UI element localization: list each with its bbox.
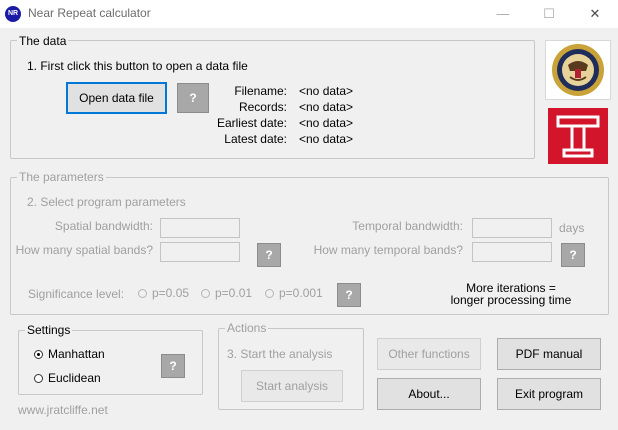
minimize-button[interactable]: — [480, 0, 526, 28]
pdf-manual-button[interactable]: PDF manual [497, 338, 601, 370]
doj-seal-icon [552, 44, 604, 96]
latest-date-label: Latest date: [224, 132, 287, 146]
start-analysis-button[interactable]: Start analysis [241, 370, 343, 402]
window-title: Near Repeat calculator [28, 6, 151, 20]
significance-option-label: p=0.01 [215, 286, 253, 300]
significance-option-label: p=0.05 [152, 286, 190, 300]
temple-logo [548, 108, 608, 164]
data-group-legend: The data [17, 34, 69, 48]
settings-group-legend: Settings [25, 323, 73, 337]
about-button[interactable]: About... [377, 378, 481, 410]
temporal-bandwidth-label: Temporal bandwidth: [352, 219, 463, 233]
latest-date-value: <no data> [299, 132, 354, 146]
actions-instruction: 3. Start the analysis [227, 347, 333, 361]
earliest-date-label: Earliest date: [216, 116, 287, 130]
radio-icon [265, 288, 274, 298]
exit-program-button[interactable]: Exit program [497, 378, 601, 410]
records-label: Records: [238, 100, 287, 114]
significance-help-button[interactable]: ? [337, 283, 361, 307]
significance-label: Significance level: [28, 287, 125, 301]
radio-icon [201, 288, 210, 298]
actions-group-legend: Actions [225, 321, 269, 335]
euclidean-label: Euclidean [48, 371, 101, 385]
iterations-note-line2: longer processing time [450, 293, 572, 307]
title-bar[interactable]: NR Near Repeat calculator — ☐ ✕ [0, 0, 618, 28]
open-data-file-button[interactable]: Open data file [66, 82, 167, 114]
temporal-help-button[interactable]: ? [561, 243, 585, 267]
temple-t-icon [556, 115, 600, 158]
spatial-bands-label: How many spatial bands? [15, 243, 153, 257]
parameters-group-legend: The parameters [17, 170, 106, 184]
radio-selected-icon [34, 349, 43, 359]
spatial-bandwidth-input[interactable] [160, 218, 240, 238]
other-functions-button[interactable]: Other functions [377, 338, 481, 370]
parameters-instruction: 2. Select program parameters [27, 195, 186, 209]
euclidean-option[interactable]: Euclidean [34, 371, 101, 385]
manhattan-option[interactable]: Manhattan [34, 347, 105, 361]
spatial-bandwidth-label: Spatial bandwidth: [54, 219, 153, 233]
significance-option-001[interactable]: p=0.01 [201, 286, 252, 300]
doj-seal-logo [545, 40, 611, 100]
significance-option-005[interactable]: p=0.05 [138, 286, 189, 300]
temporal-bands-input[interactable] [472, 242, 552, 262]
filename-value: <no data> [299, 84, 354, 98]
radio-icon [138, 288, 147, 298]
days-label: days [559, 221, 585, 235]
footer-url[interactable]: www.jratcliffe.net [18, 403, 108, 417]
spatial-bands-input[interactable] [160, 242, 240, 262]
earliest-date-value: <no data> [299, 116, 354, 130]
significance-option-0001[interactable]: p=0.001 [265, 286, 323, 300]
significance-option-label: p=0.001 [279, 286, 323, 300]
temporal-bandwidth-input[interactable] [472, 218, 552, 238]
radio-icon [34, 373, 43, 383]
manhattan-label: Manhattan [48, 347, 105, 361]
records-value: <no data> [299, 100, 354, 114]
filename-label: Filename: [234, 84, 287, 98]
close-button[interactable]: ✕ [572, 0, 618, 28]
spatial-help-button[interactable]: ? [257, 243, 281, 267]
app-icon: NR [5, 6, 21, 22]
maximize-button[interactable]: ☐ [526, 0, 572, 28]
data-instruction: 1. First click this button to open a dat… [27, 59, 248, 73]
settings-help-button[interactable]: ? [161, 354, 185, 378]
temporal-bands-label: How many temporal bands? [313, 243, 463, 257]
